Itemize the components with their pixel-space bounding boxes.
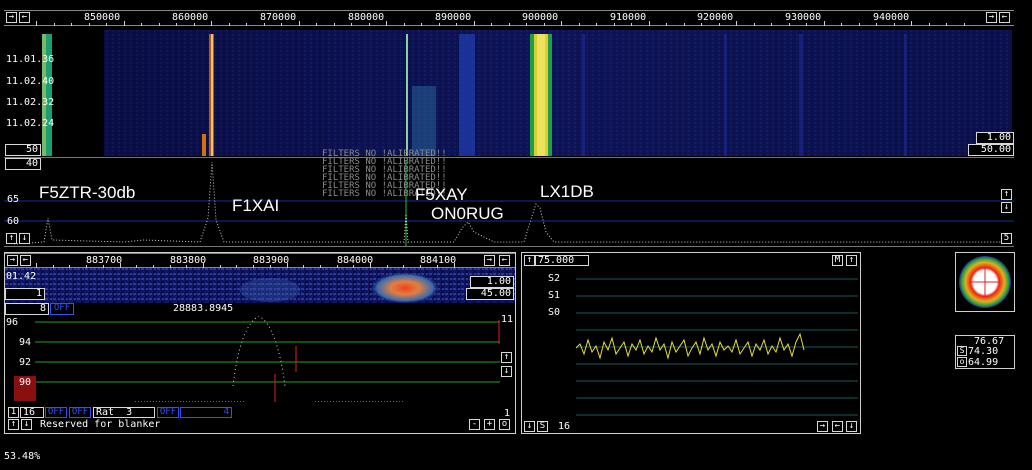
spectrum-right-down-button[interactable]: ↓ <box>1001 202 1012 213</box>
baseband-spectrum[interactable] <box>5 311 515 403</box>
bb-ruler-freq: 883800 <box>170 255 207 266</box>
bb-freq-readout: 28883.8945 <box>173 303 234 314</box>
bb-off-button[interactable]: OFF <box>50 303 74 315</box>
station-label-f5xay: F5XAY <box>415 185 468 204</box>
bb-right-up-button[interactable]: ↑ <box>501 352 512 363</box>
waterfall-gain-box[interactable]: 1.00 <box>976 132 1014 144</box>
station-label-lx1db: LX1DB <box>540 182 594 201</box>
baseband-waterfall[interactable] <box>5 268 515 303</box>
ruler-freq-label: 870000 <box>260 12 297 23</box>
ruler-right-arrow2-button[interactable]: ← <box>999 12 1010 23</box>
bb-box-8[interactable]: 8 <box>5 303 49 315</box>
ruler-freq-label: 920000 <box>697 12 734 23</box>
bb-scale-box[interactable]: 45.00 <box>466 288 514 300</box>
bb-y-label: 90 <box>19 377 32 388</box>
readout-s: 74.30 <box>968 346 999 357</box>
waterfall-avg-box[interactable]: 50 <box>5 144 41 156</box>
station-label-f1xai: F1XAI <box>232 196 280 215</box>
bb-up-button[interactable]: ↑ <box>8 419 19 430</box>
spectrum-down-button[interactable]: ↓ <box>19 233 30 244</box>
bb-minus-button[interactable]: - <box>469 419 480 430</box>
station-label-on0rug: ON0RUG <box>431 204 504 223</box>
waterfall-time-label: 11.02.24 <box>6 118 55 129</box>
bb-ruler-freq: 883700 <box>86 255 123 266</box>
bb-rat-box[interactable]: Rat 3 <box>93 407 155 418</box>
bb-off-button[interactable]: OFF <box>45 407 67 418</box>
spectrum-side-box[interactable]: 5 <box>1001 233 1012 244</box>
bb-time-label: 01.42 <box>6 271 37 282</box>
bb-ruler-left-button[interactable]: ← <box>20 255 31 266</box>
bb-ruler-left2-button[interactable]: ← <box>499 255 510 266</box>
smeter-m-button[interactable]: M <box>832 255 843 266</box>
bb-ruler-freq: 884000 <box>337 255 374 266</box>
readout-o-button[interactable]: o <box>957 357 967 367</box>
bb-ctrl-1-button[interactable]: 1 <box>8 407 19 418</box>
ruler-freq-label: 910000 <box>610 12 647 23</box>
ruler-freq-label: 880000 <box>348 12 385 23</box>
spectrum-y-label: 60 <box>7 216 20 227</box>
waterfall-scale-box[interactable]: 50.00 <box>968 144 1014 156</box>
bb-y-label: 92 <box>19 357 32 368</box>
main-waterfall[interactable] <box>4 26 1014 156</box>
waterfall-time-label: 11.02.40 <box>6 76 55 87</box>
bb-off-button[interactable]: OFF <box>69 407 91 418</box>
smeter-up2-button[interactable]: ↑ <box>846 255 857 266</box>
ruler-freq-label: 940000 <box>873 12 910 23</box>
ruler-freq-label: 890000 <box>435 12 472 23</box>
bb-ruler-freq: 884100 <box>420 255 457 266</box>
ruler-right-arrow-button[interactable]: → <box>986 12 997 23</box>
ruler-freq-label: 900000 <box>522 12 559 23</box>
bb-ctrl-16[interactable]: 16 <box>20 407 44 418</box>
cpu-load-status: 53.48% <box>4 451 41 462</box>
smeter-down-button[interactable]: ↓ <box>524 421 535 432</box>
bb-4-button[interactable]: 4 <box>180 407 232 418</box>
constellation-display[interactable] <box>955 252 1015 312</box>
smeter-16-label: 16 <box>558 421 571 432</box>
ruler-left-arrow2-button[interactable]: ← <box>19 12 30 23</box>
ruler-left-arrow-button[interactable]: → <box>6 12 17 23</box>
bb-box-1[interactable]: 1 <box>5 288 45 300</box>
bb-y-label: 96 <box>6 317 19 328</box>
smeter-top-value[interactable]: 75.000 <box>535 255 589 266</box>
waterfall-time-label: 11.02.32 <box>6 97 55 108</box>
bb-gain-box[interactable]: 1.00 <box>470 276 514 288</box>
main-spectrum[interactable] <box>4 157 1014 247</box>
bb-off-button[interactable]: OFF <box>157 407 179 418</box>
smeter-graph[interactable] <box>522 268 860 418</box>
ruler-freq-label: 860000 <box>172 12 209 23</box>
smeter-down2-button[interactable]: ↓ <box>846 421 857 432</box>
bb-right-down-button[interactable]: ↓ <box>501 366 512 377</box>
linrad-window: { "main_ruler": { "freqs": ["850000","86… <box>0 0 1032 470</box>
waterfall-time-label: 11.01.36 <box>6 54 55 65</box>
bb-ruler-freq: 883900 <box>253 255 290 266</box>
bb-right-bottom-label: 1 <box>504 408 511 419</box>
spectrum-y-label: 65 <box>7 194 20 205</box>
spectrum-top-box[interactable]: 40 <box>5 158 41 170</box>
ruler-freq-label: 930000 <box>785 12 822 23</box>
station-label-f5ztr: F5ZTR-30db <box>39 183 136 202</box>
smeter-left-button[interactable]: ← <box>832 421 843 432</box>
readout-o: 64.99 <box>968 357 999 368</box>
bb-ruler-right-button[interactable]: → <box>7 255 18 266</box>
smeter-up-button[interactable]: ↑ <box>524 255 535 266</box>
spectrum-right-up-button[interactable]: ↑ <box>1001 189 1012 200</box>
bb-y-label: 94 <box>19 337 32 348</box>
readout-s-button[interactable]: S <box>957 346 967 356</box>
smeter-right-button[interactable]: → <box>817 421 828 432</box>
ruler-freq-label: 850000 <box>84 12 121 23</box>
bb-o-button[interactable]: o <box>499 419 510 430</box>
bb-reserved-label: Reserved for blanker <box>40 419 161 430</box>
bb-down-button[interactable]: ↓ <box>21 419 32 430</box>
bb-ruler-right2-button[interactable]: → <box>484 255 495 266</box>
spectrum-up-button[interactable]: ↑ <box>6 233 17 244</box>
bb-right-top-label: 11 <box>501 314 514 325</box>
smeter-s-button[interactable]: S <box>537 421 548 432</box>
bb-plus-button[interactable]: + <box>484 419 495 430</box>
